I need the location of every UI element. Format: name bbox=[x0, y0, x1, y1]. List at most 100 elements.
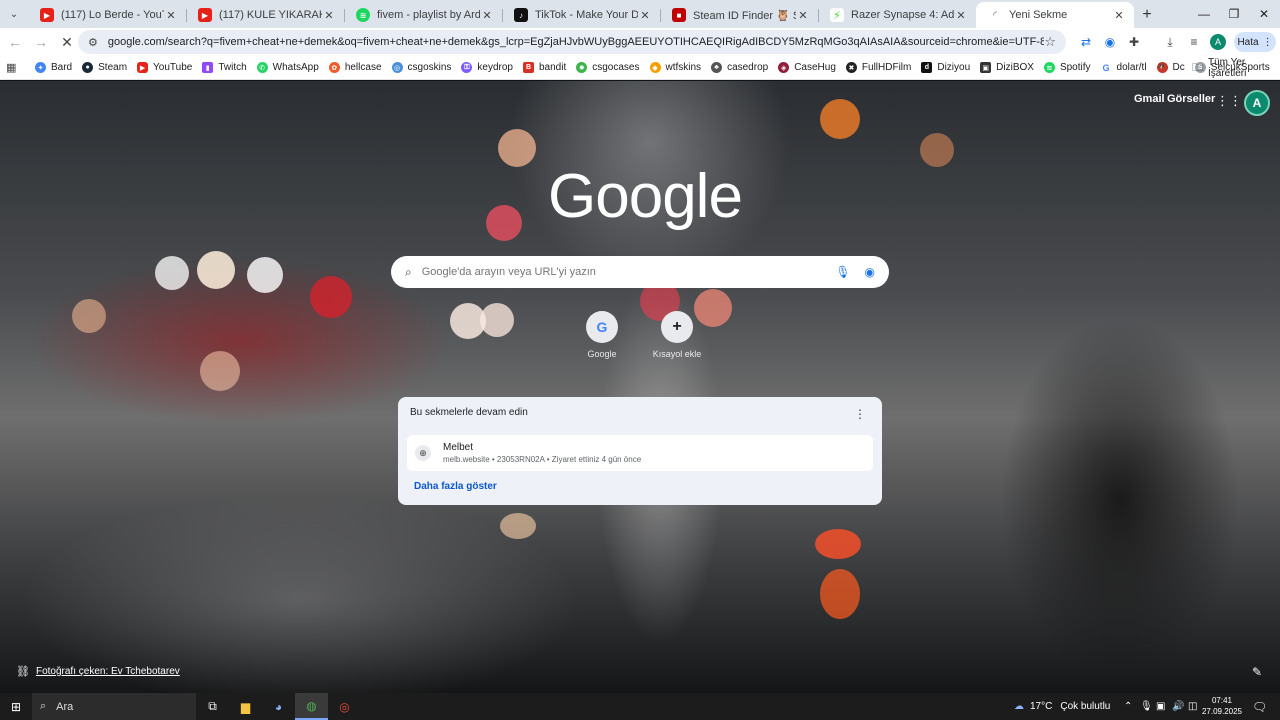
microphone-icon[interactable]: 🎙 bbox=[1140, 693, 1153, 720]
taskbar-search-placeholder: Ara bbox=[56, 700, 74, 713]
customize-pencil-icon[interactable]: ✎ bbox=[1252, 665, 1262, 679]
taskbar-search-box[interactable]: ⌕ Ara bbox=[32, 693, 196, 720]
tab-razer-synapse[interactable]: ⚡ Razer Synapse 4: Advanced Dev ✕ bbox=[818, 2, 976, 28]
download-icon[interactable]: ⤓ bbox=[1160, 32, 1180, 52]
loading-icon: ◜ bbox=[993, 9, 997, 21]
google-icon: G bbox=[586, 311, 618, 343]
bookmark-hellcase[interactable]: ✿ hellcase bbox=[324, 58, 387, 78]
entry-meta: melb.website • 23053RN02A • Ziyaret etti… bbox=[443, 455, 642, 464]
notifications-icon[interactable]: 🗨 bbox=[1252, 693, 1267, 720]
close-icon[interactable]: ✕ bbox=[480, 9, 494, 22]
account-avatar[interactable]: A bbox=[1244, 90, 1270, 116]
all-bookmarks-folder[interactable]: 🗀 Tüm Yer İşaretleri bbox=[1192, 57, 1280, 79]
tab-youtube-kule[interactable]: ▶ (117) KULE YIKARAK KAZANIYO ✕ bbox=[186, 2, 344, 28]
bookmark-bard[interactable]: ✦ Bard bbox=[30, 58, 77, 78]
steam-icon: ● bbox=[82, 62, 94, 73]
tab-youtube-lo-berde[interactable]: ▶ (117) Lo Berde - YouTube ✕ bbox=[28, 2, 186, 28]
display-icon[interactable]: ◫ bbox=[1188, 693, 1197, 720]
shortcut-add[interactable]: + Kısayol ekle bbox=[647, 311, 707, 359]
volume-icon[interactable]: 🔊 bbox=[1172, 693, 1184, 720]
bookmarks-overflow-chevron-icon[interactable]: » bbox=[1158, 58, 1165, 72]
close-icon[interactable]: ✕ bbox=[638, 9, 652, 22]
profile-avatar[interactable]: A bbox=[1210, 34, 1226, 50]
extensions-icon[interactable]: ✚ bbox=[1124, 32, 1144, 52]
bookmark-twitch[interactable]: ▮ Twitch bbox=[197, 58, 251, 78]
bookmark-wtfskins[interactable]: ◆ wtfskins bbox=[645, 58, 707, 78]
file-explorer-icon[interactable]: ▆ bbox=[229, 693, 262, 720]
tab-new-tab-active[interactable]: ◜ Yeni Sekme ✕ bbox=[976, 2, 1134, 28]
apps-grid-icon[interactable]: ▦ bbox=[6, 61, 24, 74]
media-controls-icon[interactable]: ≡ bbox=[1184, 32, 1204, 52]
bookmark-keydrop[interactable]: ⚿ keydrop bbox=[456, 58, 518, 78]
google-icon: G bbox=[1100, 62, 1112, 73]
tab-search-chevron-icon[interactable]: ⌄ bbox=[0, 0, 28, 28]
bookmark-youtube[interactable]: ▶ YouTube bbox=[132, 58, 197, 78]
new-tab-button[interactable]: + bbox=[1134, 2, 1160, 28]
tab-spotify-playlist[interactable]: ≋ fivem - playlist by Arda | Spotify ✕ bbox=[344, 2, 502, 28]
bookmark-bandit[interactable]: Bbandit bbox=[518, 58, 571, 78]
tab-title: Yeni Sekme bbox=[1009, 9, 1068, 21]
bookmark-csgoskins[interactable]: ◎ csgoskins bbox=[387, 58, 457, 78]
back-icon[interactable]: ← bbox=[2, 29, 28, 55]
weather-temp: 17°C bbox=[1030, 701, 1053, 712]
google-lens-icon[interactable]: ◉ bbox=[865, 265, 875, 279]
task-view-icon[interactable]: ⧉ bbox=[196, 693, 229, 720]
bookmark-label: csgoskins bbox=[407, 62, 452, 73]
images-link[interactable]: Görseller bbox=[1167, 93, 1215, 105]
read-aloud-icon[interactable]: ◉ bbox=[1100, 32, 1120, 52]
bookmark-casehug[interactable]: ◈ CaseHug bbox=[773, 58, 841, 78]
stop-loading-icon[interactable]: ✕ bbox=[54, 29, 80, 55]
bookmark-dizibox[interactable]: ▣ DiziBOX bbox=[975, 58, 1039, 78]
tray-overflow-chevron-icon[interactable]: ⌃ bbox=[1124, 693, 1132, 720]
search-input[interactable] bbox=[421, 266, 836, 278]
bookmark-dolar-tl[interactable]: Gdolar/tl bbox=[1096, 58, 1152, 78]
bookmark-diziyou[interactable]: d Diziyou bbox=[916, 58, 975, 78]
bookmark-steam[interactable]: ● Steam bbox=[77, 58, 132, 78]
youtube-icon: ▶ bbox=[40, 8, 54, 22]
entry-name: Melbet bbox=[443, 442, 474, 453]
chrome-taskbar-icon[interactable]: ◍ bbox=[295, 693, 328, 720]
network-icon[interactable]: ▣ bbox=[1156, 693, 1165, 720]
close-icon[interactable]: ✕ bbox=[1112, 9, 1126, 22]
forward-icon[interactable]: → bbox=[28, 29, 54, 55]
google-logo: Google bbox=[548, 162, 743, 231]
minimize-icon[interactable]: — bbox=[1188, 0, 1220, 28]
error-menu-button[interactable]: Hata ⋮ bbox=[1234, 32, 1276, 52]
close-icon[interactable]: ✕ bbox=[796, 9, 810, 22]
casedrop-icon: ♣ bbox=[711, 62, 723, 73]
window-close-icon[interactable]: ✕ bbox=[1248, 0, 1280, 28]
bookmark-csgocases[interactable]: ✹ csgocases bbox=[571, 58, 644, 78]
weather-widget[interactable]: ☁ 17°C Çok bulutlu bbox=[1014, 693, 1110, 720]
background-photo-bokeh bbox=[480, 303, 514, 337]
close-icon[interactable]: ✕ bbox=[322, 9, 336, 22]
bookmark-whatsapp[interactable]: ✆ WhatsApp bbox=[252, 58, 324, 78]
translate-icon[interactable]: ⇄ bbox=[1076, 32, 1096, 52]
tab-tiktok[interactable]: ♪ TikTok - Make Your Day ✕ bbox=[502, 2, 660, 28]
photo-credit[interactable]: ⛓ Fotoğrafı çeken: Ev Tchebotarev bbox=[16, 665, 180, 678]
game-launcher-taskbar-icon[interactable]: ◎ bbox=[328, 693, 361, 720]
site-info-icon[interactable]: ⚙ bbox=[88, 36, 98, 49]
system-clock[interactable]: 07:41 27.09.2025 bbox=[1200, 695, 1244, 717]
bookmark-casedrop[interactable]: ♣ casedrop bbox=[706, 58, 773, 78]
tab-steamid-finder[interactable]: ■ Steam ID Finder 🦉 SteamID ✕ bbox=[660, 2, 818, 28]
address-bar[interactable]: ⚙ google.com/search?q=fivem+cheat+ne+dem… bbox=[78, 30, 1066, 54]
bard-icon: ✦ bbox=[35, 62, 46, 73]
windows-start-icon[interactable]: ⊞ bbox=[0, 693, 32, 720]
close-icon[interactable]: ✕ bbox=[164, 9, 178, 22]
bookmark-spotify[interactable]: ≋ Spotify bbox=[1039, 58, 1096, 78]
url-text[interactable]: google.com/search?q=fivem+cheat+ne+demek… bbox=[108, 36, 1044, 48]
bookmark-fullhdfilm[interactable]: ✖ FullHDFilm bbox=[841, 58, 916, 78]
bookmark-star-icon[interactable]: ☆ bbox=[1044, 34, 1056, 50]
search-icon: ⌕ bbox=[40, 700, 47, 712]
continue-entry-melbet[interactable]: ⊕ Melbet melb.website • 23053RN02A • Ziy… bbox=[407, 435, 873, 471]
restore-icon[interactable]: ❐ bbox=[1218, 0, 1250, 28]
csgocases-icon: ✹ bbox=[576, 62, 588, 73]
ntp-search-box[interactable]: ⌕ 🎙 ◉ bbox=[391, 256, 889, 288]
card-kebab-menu-icon[interactable]: ⋮ bbox=[854, 407, 866, 421]
close-icon[interactable]: ✕ bbox=[954, 9, 968, 22]
voice-search-mic-icon[interactable]: 🎙 bbox=[835, 265, 850, 279]
shortcut-google[interactable]: G Google bbox=[572, 311, 632, 359]
show-more-link[interactable]: Daha fazla göster bbox=[414, 481, 497, 492]
gmail-link[interactable]: Gmail bbox=[1134, 93, 1165, 105]
discord-taskbar-icon[interactable]: ◕ bbox=[262, 693, 295, 720]
